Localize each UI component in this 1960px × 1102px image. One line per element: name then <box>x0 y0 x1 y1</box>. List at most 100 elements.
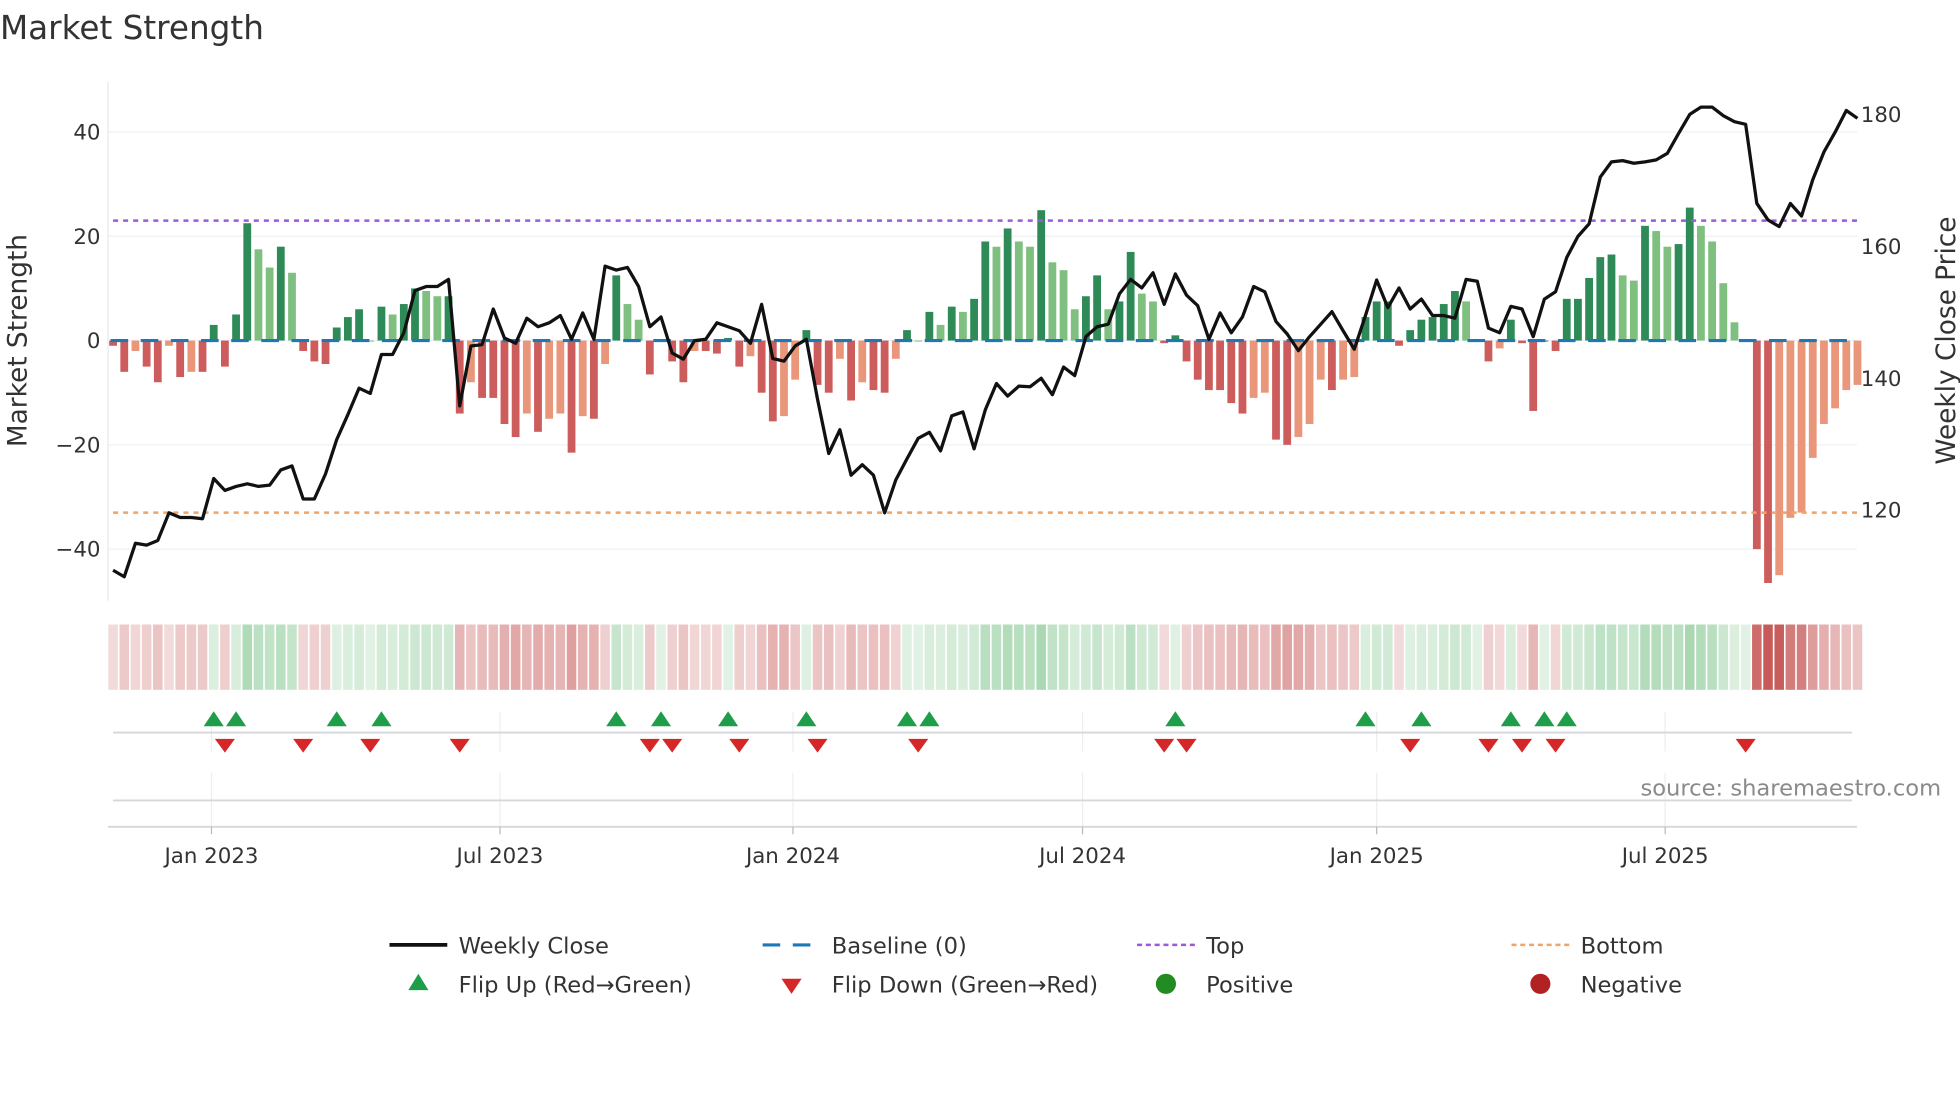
strength-bar <box>1070 309 1079 341</box>
strength-bar <box>120 340 129 372</box>
heat-cell <box>633 624 644 690</box>
heat-cell <box>153 624 163 690</box>
strength-bar <box>1216 340 1224 391</box>
flip-up-marker <box>919 711 940 727</box>
heat-cell <box>1528 624 1538 690</box>
strength-bar <box>701 340 710 351</box>
heat-cell <box>779 624 789 690</box>
heat-cell <box>1472 624 1483 690</box>
legend-label: Flip Down (Green→Red) <box>832 973 1098 999</box>
heat-cell <box>1438 624 1449 690</box>
heat-cell <box>1137 624 1147 690</box>
strength-bar <box>1764 340 1772 584</box>
flip-down-marker <box>639 738 660 753</box>
heat-cell <box>1696 624 1706 690</box>
strength-bar <box>936 324 945 341</box>
strength-bar <box>735 340 744 367</box>
heat-cell <box>768 624 778 690</box>
strength-bar <box>1518 340 1526 344</box>
heat-cell <box>1796 624 1807 690</box>
heat-cell <box>790 624 800 690</box>
flip-down-marker <box>449 738 470 753</box>
flip-up-marker <box>1556 711 1577 727</box>
heat-cell <box>1841 624 1852 690</box>
heat-cell <box>1785 624 1796 690</box>
heat-cell <box>376 624 387 690</box>
heat-cell <box>1494 624 1505 690</box>
heat-cell <box>466 624 476 690</box>
heat-cell <box>700 624 711 690</box>
heat-cell <box>1573 624 1583 690</box>
heat-cell <box>1260 624 1270 690</box>
flip-down-marker <box>1735 738 1756 753</box>
strength-bar <box>1283 340 1292 445</box>
heat-cell <box>712 624 722 690</box>
heat-cell <box>410 624 420 690</box>
strength-bar <box>1842 340 1851 391</box>
x-tick-label: Jan 2025 <box>1328 844 1424 869</box>
heat-cell <box>1830 624 1840 690</box>
heat-cell <box>991 624 1002 690</box>
heat-cell <box>421 624 431 690</box>
heat-cell <box>1148 624 1158 690</box>
heat-cell <box>1058 624 1069 690</box>
heat-cell <box>399 624 409 690</box>
strength-bar <box>209 324 218 341</box>
flip-up-marker <box>203 711 224 727</box>
heat-cell <box>522 624 532 690</box>
strength-bar <box>153 340 162 383</box>
strength-bar <box>891 340 900 359</box>
strength-bar <box>276 246 285 341</box>
strength-bar <box>187 340 196 372</box>
strength-bar <box>567 340 576 453</box>
heat-cell <box>756 624 767 690</box>
strength-bar <box>1663 246 1672 341</box>
y2-tick-label: 120 <box>1861 499 1902 524</box>
legend-flip-up-icon <box>408 973 429 991</box>
heat-cell <box>1047 624 1058 690</box>
heat-cell <box>1673 624 1684 690</box>
heat-cell <box>566 624 577 690</box>
strength-bar <box>1596 257 1605 341</box>
heat-cell <box>1740 624 1751 690</box>
strength-bar <box>1484 340 1493 362</box>
flip-down-marker <box>1400 738 1421 753</box>
legend-label: Bottom <box>1581 934 1664 960</box>
strength-bar <box>1149 301 1157 341</box>
heat-cell <box>432 624 443 690</box>
heat-cell <box>723 624 733 690</box>
strength-bar <box>511 340 520 438</box>
flip-up-marker <box>1411 711 1432 727</box>
strength-bars <box>109 207 1862 584</box>
y-tick-label: −40 <box>55 538 100 563</box>
heat-cell <box>1394 624 1404 690</box>
y-tick-label: −20 <box>55 433 100 458</box>
y-axis-label: Market Strength <box>3 234 33 447</box>
heat-cell <box>387 624 398 690</box>
x-tick-label: Jul 2023 <box>455 844 544 869</box>
strength-bar <box>265 267 274 341</box>
heat-cell <box>946 624 957 690</box>
heat-cell <box>1338 624 1348 690</box>
heat-cell <box>1248 624 1259 690</box>
strength-bar <box>1260 340 1269 393</box>
heat-cell <box>1103 624 1114 690</box>
legend-negative-icon <box>1530 973 1551 994</box>
heat-cell <box>1651 624 1661 690</box>
flip-up-marker <box>718 711 739 727</box>
flip-up-marker <box>1165 711 1186 727</box>
heat-cell <box>354 624 364 690</box>
heat-cell <box>220 624 230 690</box>
strength-bar <box>388 314 397 341</box>
chart-title: Market Strength <box>0 9 264 47</box>
strength-bar <box>1786 340 1795 518</box>
heat-cell <box>1852 624 1863 690</box>
heat-cell <box>510 624 521 690</box>
heat-cell <box>1606 624 1617 690</box>
strength-bar <box>433 296 442 341</box>
strength-bar <box>869 340 878 391</box>
heat-cell <box>835 624 845 690</box>
strength-bar <box>1014 241 1023 341</box>
heat-cell <box>1293 624 1304 690</box>
strength-bar <box>1607 254 1616 341</box>
